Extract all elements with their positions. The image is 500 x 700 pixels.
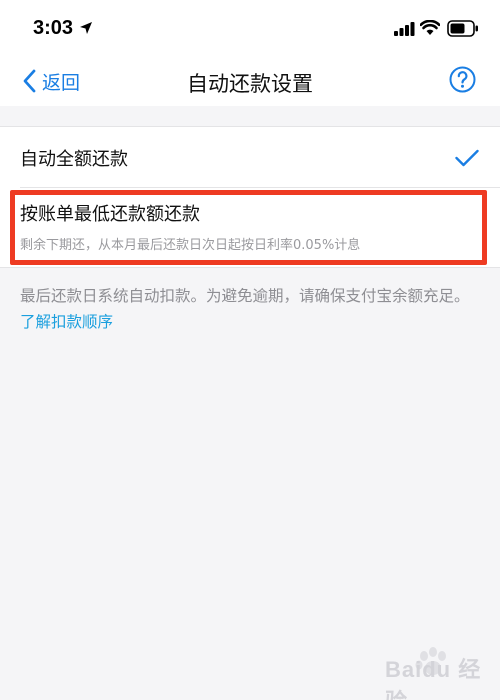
option-minimum-label: 按账单最低还款额还款 <box>20 204 200 225</box>
navigation-bar: 返回 自动还款设置 <box>0 58 500 106</box>
footer-note-text: 最后还款日系统自动扣款。为避免逾期，请确保支付宝余额充足。 <box>20 287 470 305</box>
option-full-repayment[interactable]: 自动全额还款 <box>0 127 500 187</box>
repayment-order-link[interactable]: 了解扣款顺序 <box>20 313 113 331</box>
option-minimum-repayment[interactable]: 按账单最低还款额还款 剩余下期还，从本月最后还款日次日起按日利率0.05%计息 <box>0 188 500 269</box>
page-title: 自动还款设置 <box>187 72 313 96</box>
option-full-label: 自动全额还款 <box>20 149 128 170</box>
footer-note: 最后还款日系统自动扣款。为避免逾期，请确保支付宝余额充足。了解扣款顺序 <box>20 283 480 335</box>
cellular-signal-icon <box>394 22 415 36</box>
option-minimum-description: 剩余下期还，从本月最后还款日次日起按日利率0.05%计息 <box>20 238 361 253</box>
question-circle-icon[interactable] <box>449 66 476 93</box>
location-arrow-icon <box>80 22 92 34</box>
watermark-text: Baidu 经验 <box>385 657 482 700</box>
repayment-options-list: 自动全额还款 按账单最低还款额还款 剩余下期还，从本月最后还款日次日起按日利率0… <box>0 126 500 268</box>
status-bar: 3:03 <box>0 0 500 58</box>
status-time: 3:03 <box>33 17 74 39</box>
wifi-icon <box>420 20 440 35</box>
checkmark-icon <box>455 149 479 167</box>
battery-icon <box>447 20 478 37</box>
